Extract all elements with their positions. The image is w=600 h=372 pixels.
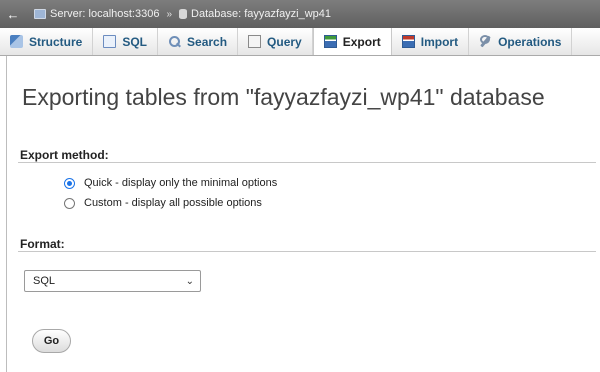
- query-icon: [248, 35, 262, 48]
- tab-import[interactable]: Import: [392, 28, 470, 55]
- custom-radio-button[interactable]: [64, 197, 75, 209]
- tab-search[interactable]: Search: [158, 28, 239, 55]
- section-divider: [18, 251, 596, 252]
- breadcrumb-database-link[interactable]: Database: fayyazfayzi_wp41: [191, 8, 331, 20]
- tab-label: Import: [420, 34, 459, 49]
- radio-option-custom[interactable]: Custom - display all possible options: [64, 197, 262, 209]
- format-selected-value: SQL: [33, 275, 56, 287]
- tab-query[interactable]: Query: [238, 28, 313, 55]
- tab-sql[interactable]: SQL: [93, 28, 159, 55]
- back-arrow-icon[interactable]: ←: [4, 7, 22, 22]
- export-icon: [323, 35, 337, 48]
- operations-icon: [479, 35, 492, 48]
- section-divider: [18, 162, 596, 163]
- search-icon: [168, 35, 181, 48]
- radio-label[interactable]: Custom - display all possible options: [84, 197, 262, 209]
- breadcrumb-bar: ← Server: localhost:3306 » Database: fay…: [0, 0, 600, 28]
- content-left-border: [6, 56, 7, 372]
- quick-radio-button[interactable]: [64, 177, 75, 189]
- format-label: Format:: [20, 237, 65, 251]
- tab-structure[interactable]: Structure: [0, 28, 94, 55]
- server-icon: [34, 9, 46, 19]
- tab-label: Export: [342, 34, 381, 49]
- go-button[interactable]: Go: [32, 329, 71, 353]
- tab-label: Query: [267, 34, 302, 49]
- tab-export[interactable]: Export: [312, 28, 392, 55]
- tab-label: SQL: [122, 34, 148, 49]
- sql-icon: [103, 35, 117, 48]
- export-method-label: Export method:: [20, 148, 109, 162]
- format-select[interactable]: SQL ⌄: [24, 270, 201, 292]
- tab-label: Search: [187, 34, 228, 49]
- radio-label[interactable]: Quick - display only the minimal options: [84, 177, 277, 189]
- breadcrumb-separator: »: [166, 8, 173, 20]
- breadcrumb-server-link[interactable]: Server: localhost:3306: [50, 8, 159, 20]
- tab-operations[interactable]: Operations: [469, 28, 573, 55]
- radio-option-quick[interactable]: Quick - display only the minimal options: [64, 177, 277, 189]
- tab-overflow[interactable]: [572, 28, 592, 55]
- tab-label: Operations: [498, 34, 562, 49]
- breadcrumb: Server: localhost:3306 » Database: fayya…: [34, 8, 331, 20]
- tab-label: Structure: [29, 34, 83, 49]
- chevron-down-icon: ⌄: [185, 275, 194, 287]
- import-icon: [401, 35, 415, 48]
- page-title: Exporting tables from "fayyazfayzi_wp41"…: [22, 84, 545, 110]
- database-icon: [179, 9, 188, 19]
- tab-bar: Structure SQL Search Query Export Import…: [0, 28, 600, 56]
- structure-icon: [10, 35, 23, 48]
